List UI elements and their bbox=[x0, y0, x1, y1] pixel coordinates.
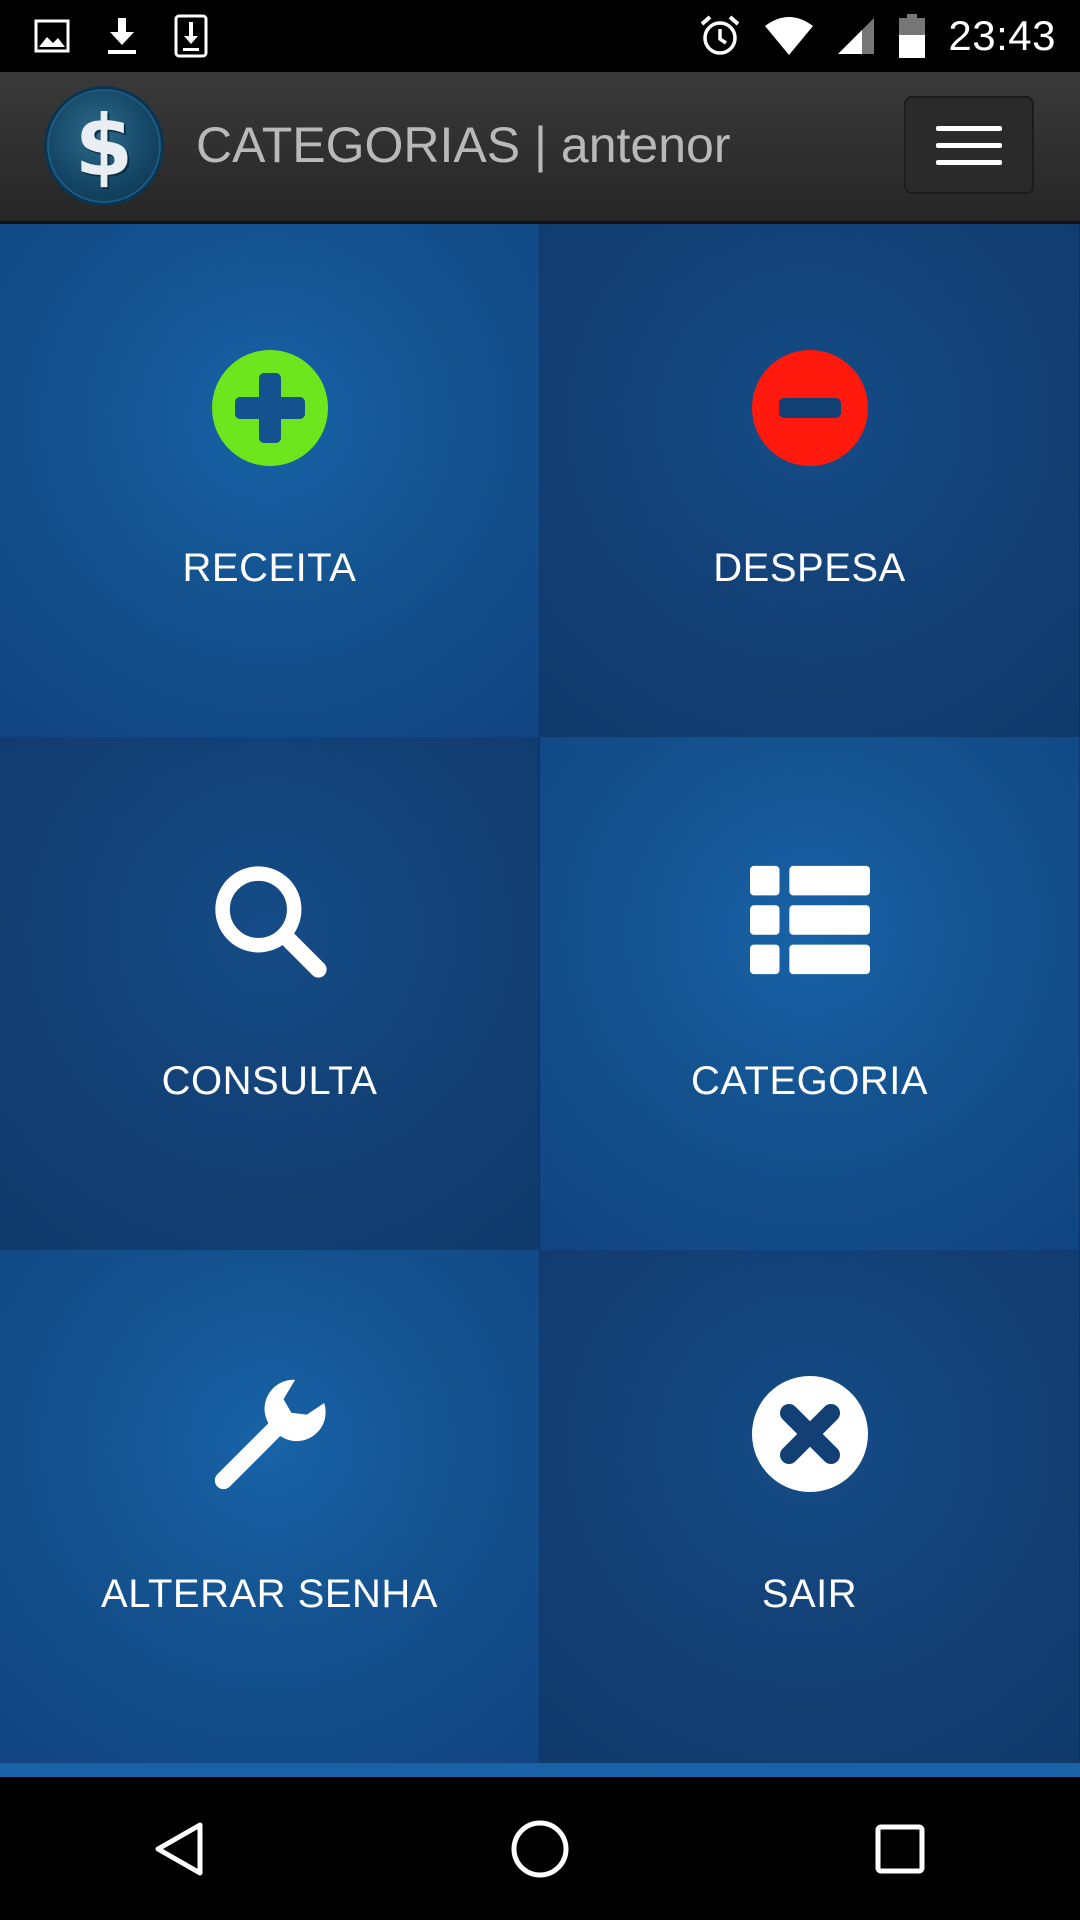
tile-consulta[interactable]: CONSULTA bbox=[0, 737, 540, 1250]
search-icon bbox=[210, 861, 330, 981]
tile-sair[interactable]: SAIR bbox=[540, 1250, 1080, 1763]
hamburger-menu-bar bbox=[936, 142, 1002, 148]
hamburger-menu-bar bbox=[936, 159, 1002, 165]
tile-label: ALTERAR SENHA bbox=[101, 1572, 438, 1616]
signal-icon bbox=[836, 16, 876, 56]
minus-circle-icon bbox=[750, 348, 870, 468]
dollar-logo-icon: $ bbox=[74, 97, 134, 195]
app-logo: $ bbox=[44, 86, 164, 206]
footer-accent-strip bbox=[0, 1763, 1080, 1777]
tile-label: RECEITA bbox=[182, 546, 357, 590]
recents-square-icon bbox=[875, 1824, 925, 1873]
tile-alterar-senha[interactable]: ALTERAR SENHA bbox=[0, 1250, 540, 1763]
download-box-icon bbox=[174, 14, 208, 58]
recents-button[interactable] bbox=[840, 1789, 960, 1909]
menu-grid: RECEITA DESPESA CONSULTA CATEGORIA ALTER… bbox=[0, 224, 1080, 1763]
tile-categoria[interactable]: CATEGORIA bbox=[540, 737, 1080, 1250]
tile-despesa[interactable]: DESPESA bbox=[540, 224, 1080, 737]
download-icon bbox=[104, 16, 140, 56]
tile-label: SAIR bbox=[761, 1572, 858, 1616]
status-left-icons bbox=[34, 14, 208, 58]
system-nav-bar bbox=[0, 1777, 1080, 1920]
wrench-icon bbox=[210, 1374, 330, 1494]
alarm-icon bbox=[698, 14, 742, 58]
list-icon bbox=[749, 861, 870, 981]
plus-circle-icon bbox=[210, 348, 330, 468]
wifi-icon bbox=[764, 16, 814, 56]
tile-label: CATEGORIA bbox=[690, 1059, 929, 1103]
home-button[interactable] bbox=[480, 1789, 600, 1909]
back-button[interactable] bbox=[120, 1789, 240, 1909]
close-circle-icon bbox=[750, 1374, 870, 1494]
image-icon bbox=[34, 18, 70, 54]
tile-receita[interactable]: RECEITA bbox=[0, 224, 540, 737]
menu-button[interactable] bbox=[904, 96, 1034, 194]
home-circle-icon bbox=[511, 1820, 569, 1877]
tile-label: DESPESA bbox=[713, 546, 906, 590]
status-right-icons: 23:43 bbox=[698, 12, 1056, 60]
status-time: 23:43 bbox=[948, 12, 1056, 59]
page-title: CATEGORIAS | antenor bbox=[196, 117, 731, 173]
tile-label: CONSULTA bbox=[161, 1059, 378, 1103]
status-bar: 23:43 bbox=[0, 0, 1080, 72]
battery-icon bbox=[898, 13, 926, 59]
app-header: $ CATEGORIAS | antenor bbox=[0, 72, 1080, 224]
back-triangle-icon bbox=[155, 1822, 203, 1875]
hamburger-menu-icon bbox=[936, 125, 1002, 131]
